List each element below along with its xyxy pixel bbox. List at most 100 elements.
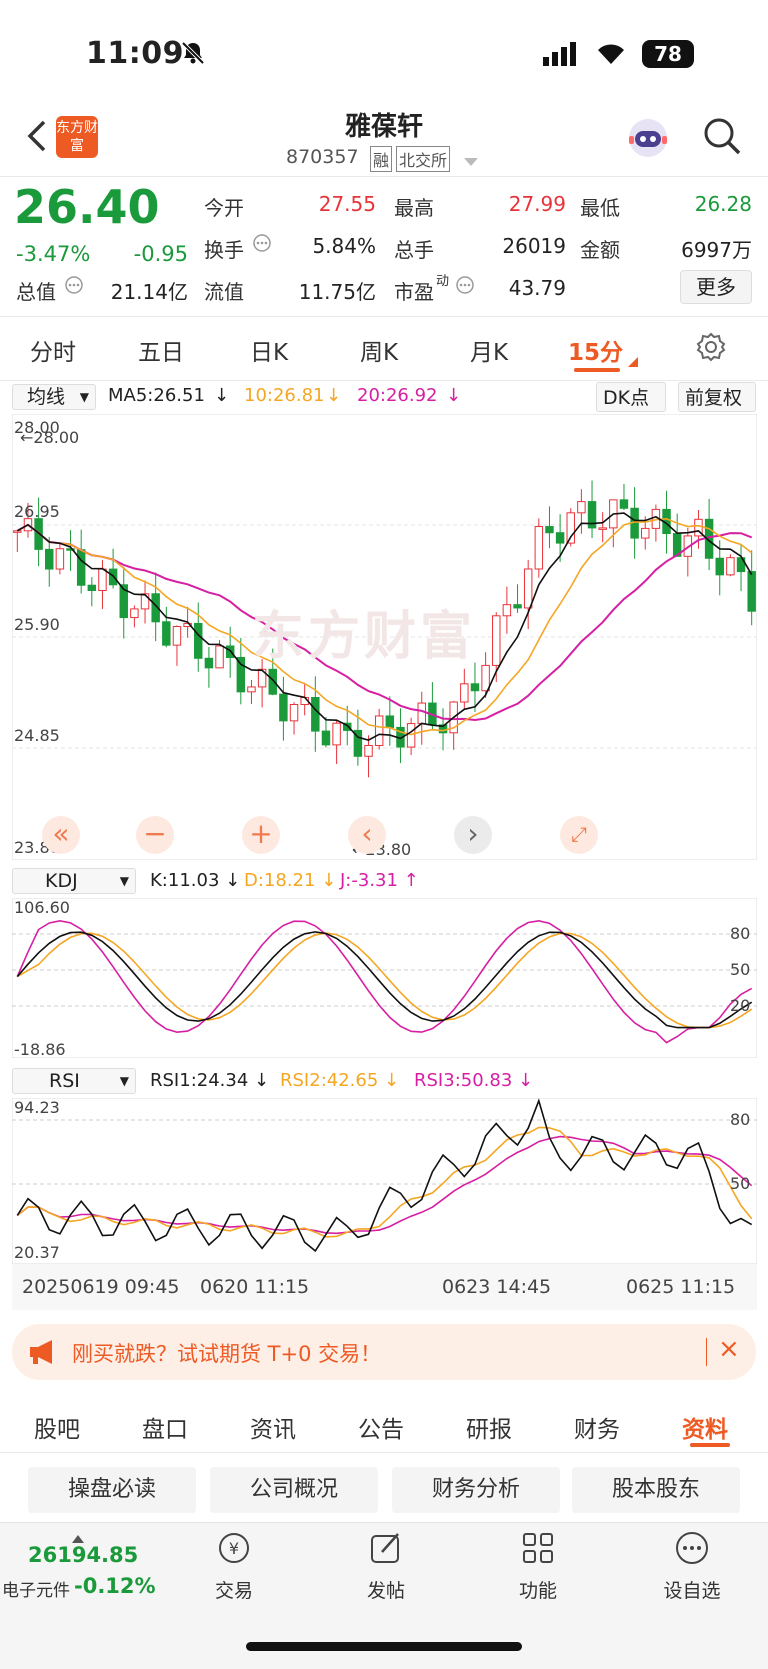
- mcap-value: 21.14亿: [110, 280, 188, 304]
- dropdown-triangle-icon[interactable]: [464, 153, 478, 172]
- tab-weekly-k[interactable]: 周K: [360, 333, 398, 367]
- back-icon[interactable]: [22, 116, 52, 156]
- signal-icon: [543, 42, 583, 70]
- candle-body: [555, 532, 565, 544]
- rsi-level-80: 80: [730, 1110, 751, 1129]
- kdj-top-label: 106.60: [14, 898, 70, 917]
- status-bar: 11:09 78: [0, 0, 768, 110]
- sub-tab-forum[interactable]: 股吧: [34, 1410, 80, 1444]
- watchlist-dots-icon[interactable]: [674, 1530, 710, 1566]
- promo-banner[interactable]: 刚买就跌？试试期货 T+0 交易！ ×: [12, 1324, 756, 1380]
- candle-body: [534, 526, 544, 570]
- robot-assistant-icon[interactable]: [626, 116, 670, 160]
- candle-body: [364, 744, 373, 757]
- candle-body: [577, 501, 586, 514]
- settings-gear-icon[interactable]: [696, 332, 726, 362]
- sub-tab-finance[interactable]: 财务: [574, 1410, 620, 1444]
- nav-trade[interactable]: 交易: [174, 1576, 294, 1603]
- scroll-left-fast-button[interactable]: «: [42, 816, 80, 854]
- info-dots-icon[interactable]: [64, 275, 84, 295]
- high-label: 最高: [394, 196, 434, 220]
- candle-body: [87, 584, 97, 592]
- adjust-button[interactable]: 前复权: [678, 382, 756, 412]
- amount-label: 金额: [580, 238, 620, 262]
- seg-financial-analysis[interactable]: 财务分析: [392, 1467, 560, 1513]
- rong-badge: 融: [370, 146, 393, 172]
- rsi1-legend: RSI1:24.34 ↓: [150, 1070, 270, 1091]
- index-value[interactable]: 26194.85: [28, 1543, 138, 1567]
- time-label-2: 0623 14:45: [442, 1276, 552, 1298]
- more-button[interactable]: 更多: [680, 270, 752, 304]
- fullscreen-icon[interactable]: ⤢: [560, 816, 598, 854]
- info-dots-icon[interactable]: [252, 233, 272, 253]
- rsi-select[interactable]: RSI ▼: [12, 1068, 136, 1094]
- trade-yen-icon[interactable]: ¥: [214, 1530, 254, 1566]
- kline-chart[interactable]: 东方财富 28.00 26.95 25.90 24.85 23.80 ←28.0…: [11, 413, 758, 861]
- candle-body: [460, 683, 469, 703]
- tab-monthly-k[interactable]: 月K: [470, 333, 508, 367]
- info-dots-icon[interactable]: [455, 275, 475, 295]
- nav-post[interactable]: 发帖: [326, 1576, 446, 1603]
- seg-shareholders[interactable]: 股本股东: [572, 1467, 740, 1513]
- sub-tab-orderbook[interactable]: 盘口: [142, 1410, 188, 1444]
- candle-body: [247, 686, 256, 693]
- tab-intraday[interactable]: 分时: [30, 333, 76, 367]
- low-value: 26.28: [694, 192, 752, 216]
- rsi2-legend: RSI2:42.65 ↓: [280, 1070, 400, 1091]
- candle-body: [13, 530, 22, 533]
- nav-add-watchlist[interactable]: 设自选: [632, 1576, 752, 1603]
- ma10-down-arrow-icon: ↓: [326, 385, 342, 406]
- functions-grid-icon[interactable]: [520, 1530, 556, 1566]
- search-icon[interactable]: [702, 116, 742, 156]
- close-icon[interactable]: ×: [718, 1334, 740, 1364]
- high-value: 27.99: [508, 192, 566, 216]
- rsi-chart[interactable]: 94.23 20.37 80 50: [11, 1097, 758, 1265]
- post-edit-icon[interactable]: [368, 1530, 404, 1566]
- candle-body: [523, 568, 533, 609]
- rsi-svg: [11, 1097, 758, 1265]
- active-sub-tab-underline: [690, 1443, 730, 1447]
- sub-tab-news[interactable]: 资讯: [250, 1410, 296, 1444]
- turnover-label: 换手: [204, 238, 244, 262]
- seg-company-overview[interactable]: 公司概况: [210, 1467, 378, 1513]
- seg-trading-guide[interactable]: 操盘必读: [28, 1467, 196, 1513]
- kdj-d-value: D:18.21: [244, 870, 316, 891]
- kdj-select[interactable]: KDJ ▼: [12, 868, 136, 894]
- kdj-chart[interactable]: 106.60 -18.86 80 50 20: [11, 897, 758, 1059]
- zoom-out-button[interactable]: −: [136, 816, 174, 854]
- index-name[interactable]: 电子元件: [2, 1576, 70, 1601]
- sub-tab-research[interactable]: 研报: [466, 1410, 512, 1444]
- time-axis: 20250619 09:45 0620 11:15 0623 14:45 062…: [12, 1264, 757, 1310]
- quote-divider: [0, 316, 768, 317]
- tab-five-day[interactable]: 五日: [138, 333, 184, 367]
- scroll-left-button[interactable]: ‹: [348, 816, 386, 854]
- zoom-in-button[interactable]: +: [242, 816, 280, 854]
- candle-body: [726, 557, 735, 576]
- nav-functions[interactable]: 功能: [478, 1576, 598, 1603]
- kdj-level-50: 50: [730, 960, 751, 979]
- candle-body: [545, 526, 554, 534]
- candle-body: [513, 604, 522, 609]
- sub-tab-announcements[interactable]: 公告: [358, 1410, 404, 1444]
- eastmoney-logo[interactable]: 东方财富: [56, 116, 98, 158]
- index-pct: -0.12%: [74, 1574, 156, 1598]
- time-label-3: 0625 11:15: [626, 1276, 736, 1298]
- time-label-1: 0620 11:15: [200, 1276, 310, 1298]
- rsi-bottom-label: 20.37: [14, 1243, 60, 1262]
- open-label: 今开: [204, 196, 244, 220]
- rsi1-value: RSI1:24.34: [150, 1070, 249, 1091]
- tab-15min[interactable]: 15分: [568, 333, 623, 367]
- amount-value: 6997万: [681, 238, 752, 262]
- candle-body: [98, 568, 107, 592]
- kdj-k-line: [16, 931, 753, 1029]
- kdj-k-legend: K:11.03 ↓: [150, 870, 241, 891]
- tab-daily-k[interactable]: 日K: [250, 333, 288, 367]
- indicator-select[interactable]: 均线 ▼: [12, 384, 96, 410]
- dk-point-button[interactable]: DK点: [596, 382, 666, 412]
- kdj-j-legend: J:-3.31 ↑: [340, 870, 419, 891]
- candle-body: [470, 683, 480, 692]
- tab-dropdown-icon[interactable]: [628, 352, 638, 371]
- scroll-right-button[interactable]: ›: [454, 816, 492, 854]
- price-change: -0.95: [133, 242, 188, 266]
- sub-tab-profile[interactable]: 资料: [682, 1410, 728, 1444]
